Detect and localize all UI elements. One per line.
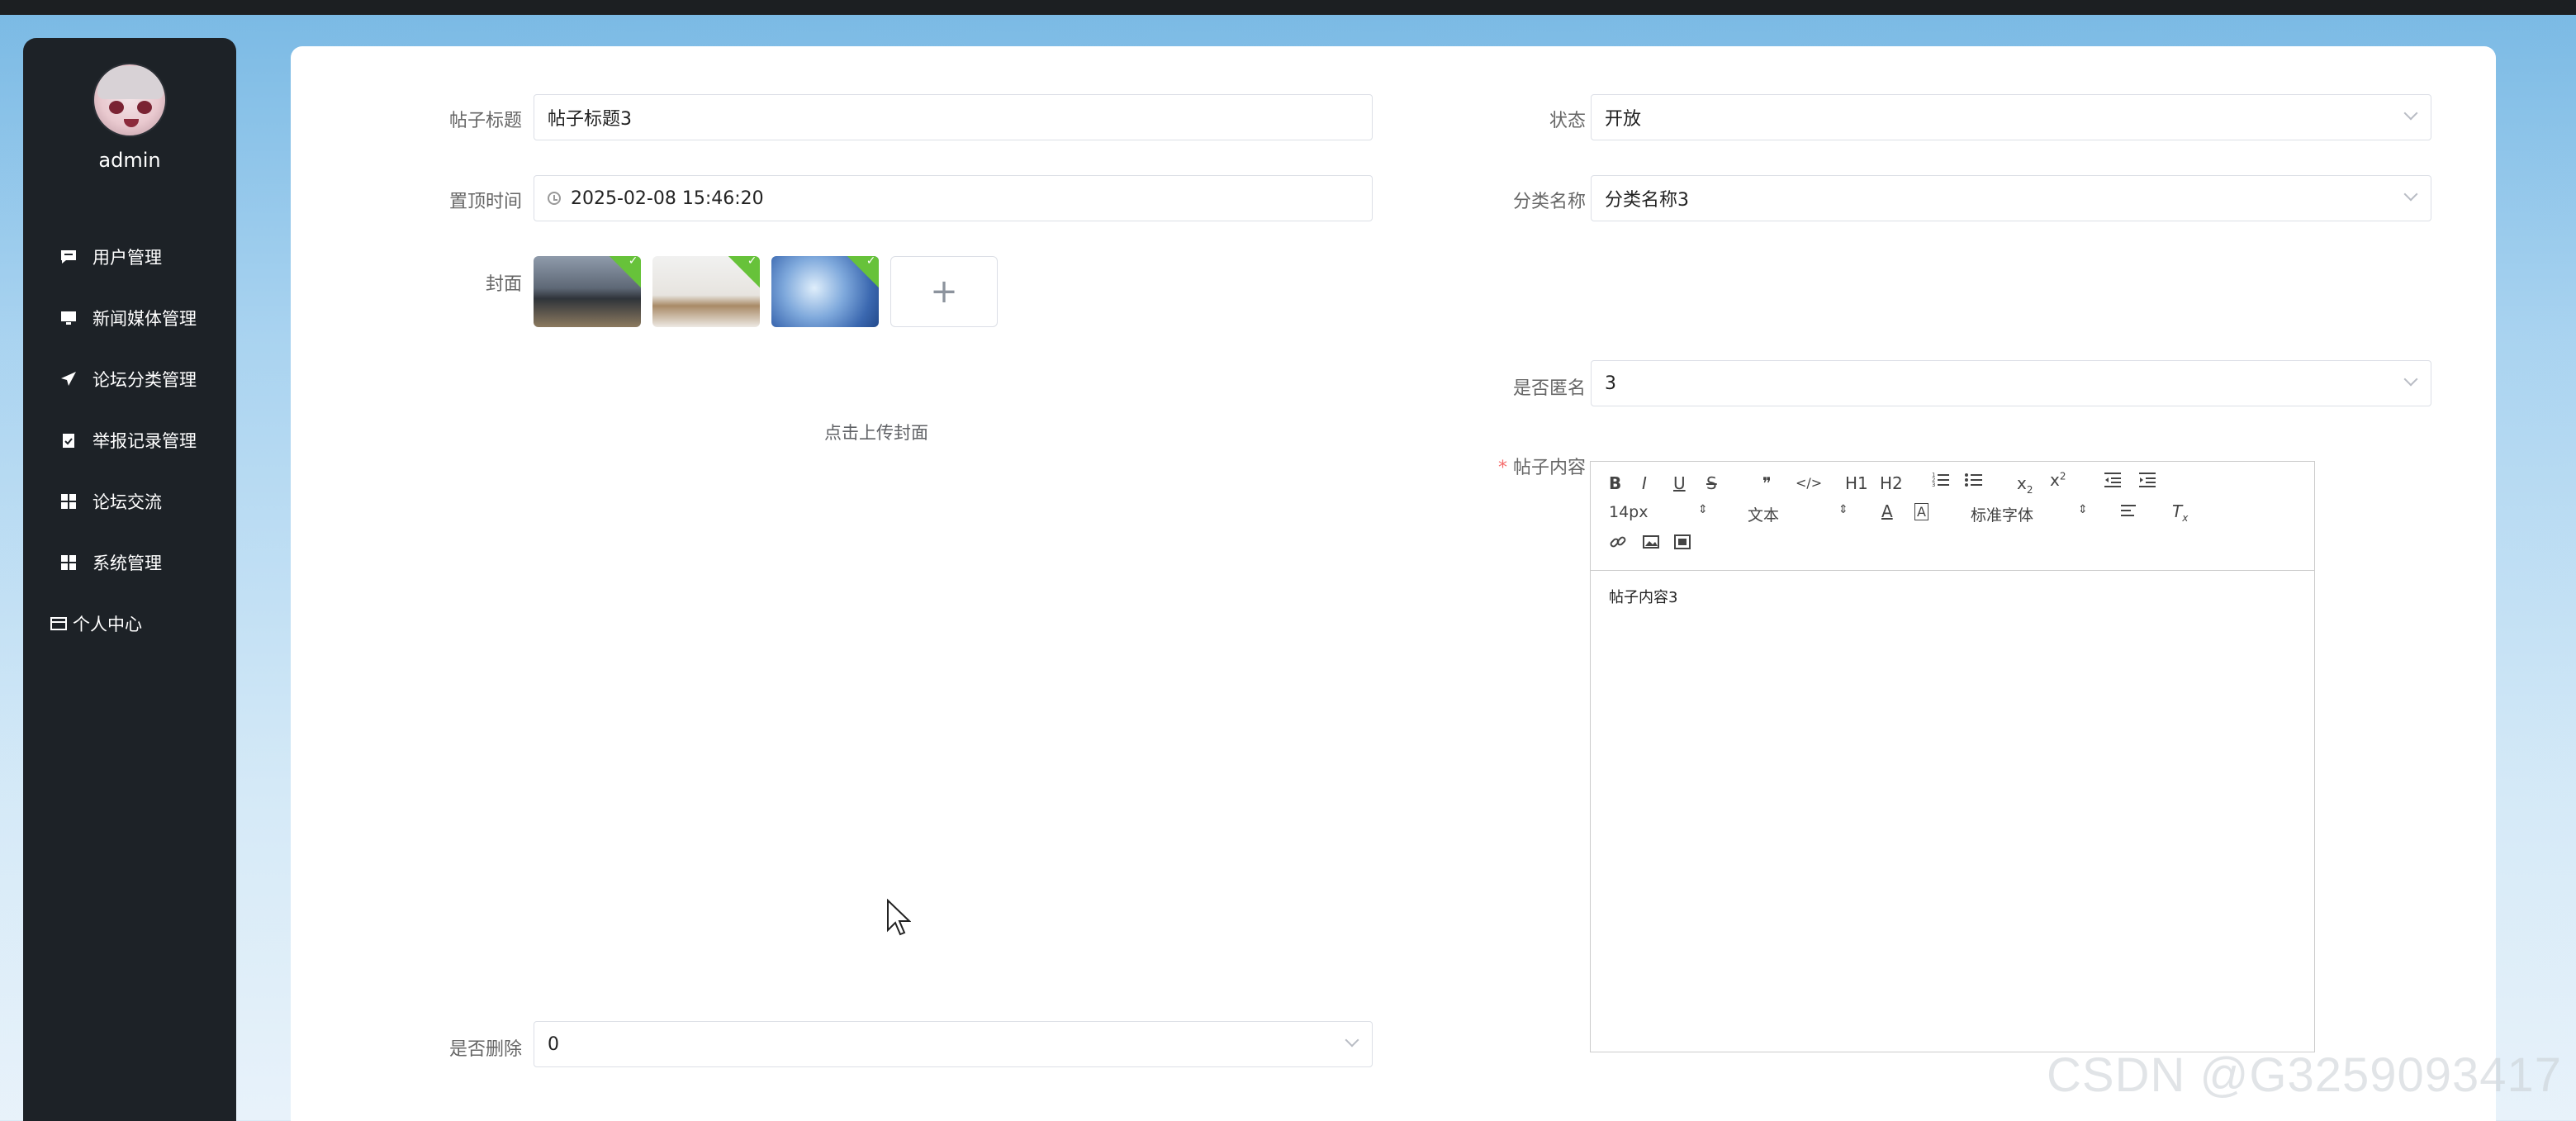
deleted-label: 是否删除 <box>448 1039 522 1060</box>
chevron-down-icon <box>2403 106 2418 121</box>
sidebar-menu: 用户管理 新闻媒体管理 论坛分类管理 举报记录管理 论坛交流 系统管理 个人中心 <box>23 226 236 654</box>
status-label: 状态 <box>1549 111 1586 131</box>
grid-icon <box>59 492 78 511</box>
bullet-list-icon[interactable] <box>1964 470 1984 494</box>
cover-thumbnail[interactable] <box>771 256 879 327</box>
chevron-down-icon <box>2403 187 2418 202</box>
deleted-value: 0 <box>548 1033 559 1055</box>
category-label: 分类名称 <box>1512 192 1586 212</box>
upload-cover-button[interactable]: + <box>890 256 998 327</box>
h2-button[interactable]: H2 <box>1880 473 1903 493</box>
monitor-icon <box>59 309 78 327</box>
h1-button[interactable]: H1 <box>1845 473 1868 493</box>
plus-icon: + <box>930 273 958 311</box>
category-value: 分类名称3 <box>1605 190 1689 211</box>
grid-icon <box>59 553 78 572</box>
pin-time-picker[interactable]: 2025-02-08 15:46:20 <box>534 175 1373 221</box>
clock-icon <box>548 192 561 205</box>
sidebar-item-label: 论坛分类管理 <box>93 370 197 390</box>
editor-content[interactable]: 帖子内容3 <box>1609 586 1677 607</box>
rich-text-editor[interactable]: B I U S ❞ </> H1 H2 123 x2 x2 14px ⇕ 文本 … <box>1590 461 2315 1052</box>
card-icon <box>50 615 68 633</box>
pin-time-label: 置顶时间 <box>448 192 522 212</box>
cover-thumbnail[interactable] <box>652 256 760 327</box>
check-icon <box>606 256 641 288</box>
font-size-select[interactable]: 14px <box>1609 503 1648 521</box>
anonymous-select[interactable]: 3 <box>1591 360 2431 406</box>
cover-thumbnail[interactable] <box>534 256 641 327</box>
blockquote-button[interactable]: ❞ <box>1762 473 1772 493</box>
sidebar-item-label: 个人中心 <box>73 615 142 634</box>
sidebar-item-label: 举报记录管理 <box>93 431 197 451</box>
sidebar-item-report-records[interactable]: 举报记录管理 <box>23 410 236 471</box>
username: admin <box>98 149 161 172</box>
link-icon[interactable] <box>1609 533 1627 555</box>
check-icon <box>725 256 760 288</box>
bold-button[interactable]: B <box>1609 473 1621 493</box>
outdent-icon[interactable] <box>2103 470 2123 494</box>
clear-format-icon[interactable]: Tx <box>2172 501 2188 524</box>
ordered-list-icon[interactable]: 123 <box>1931 470 1951 494</box>
heading-select[interactable]: 文本 <box>1748 503 1779 525</box>
sidebar-item-forum[interactable]: 论坛交流 <box>23 471 236 532</box>
status-value: 开放 <box>1605 109 1642 130</box>
background-color-icon[interactable]: A <box>1914 503 1928 520</box>
status-select[interactable]: 开放 <box>1591 94 2431 140</box>
code-block-button[interactable]: </> <box>1796 475 1822 491</box>
sidebar-item-label: 用户管理 <box>93 248 162 268</box>
updown-icon: ⇕ <box>1698 503 1708 516</box>
sidebar: admin 用户管理 新闻媒体管理 论坛分类管理 举报记录管理 论坛交流 系统管… <box>23 38 236 1121</box>
font-color-icon[interactable]: A <box>1881 501 1893 521</box>
strike-button[interactable]: S <box>1706 473 1717 493</box>
pin-time-value: 2025-02-08 15:46:20 <box>571 188 764 209</box>
updown-icon: ⇕ <box>2078 503 2088 516</box>
deleted-select[interactable]: 0 <box>534 1021 1373 1067</box>
subscript-icon[interactable]: x2 <box>2017 473 2033 496</box>
title-label: 帖子标题 <box>448 111 522 131</box>
underline-button[interactable]: U <box>1673 473 1686 493</box>
image-icon[interactable] <box>1642 533 1660 555</box>
chat-icon <box>59 248 78 266</box>
check-icon <box>844 256 879 288</box>
font-family-select[interactable]: 标准字体 <box>1971 503 2033 525</box>
chevron-down-icon <box>1345 1033 1359 1047</box>
editor-toolbar: B I U S ❞ </> H1 H2 123 x2 x2 14px ⇕ 文本 … <box>1591 462 2314 571</box>
updown-icon: ⇕ <box>1838 503 1848 516</box>
sidebar-item-system[interactable]: 系统管理 <box>23 532 236 593</box>
superscript-icon[interactable]: x2 <box>2050 470 2066 490</box>
sidebar-item-forum-category[interactable]: 论坛分类管理 <box>23 349 236 410</box>
title-value: 帖子标题3 <box>548 109 632 130</box>
mouse-cursor-icon <box>886 898 912 940</box>
title-input[interactable]: 帖子标题3 <box>534 94 1373 140</box>
avatar[interactable] <box>93 63 167 137</box>
cover-hint: 点击上传封面 <box>824 423 928 443</box>
sidebar-item-label: 系统管理 <box>93 553 162 573</box>
anonymous-label: 是否匿名 <box>1512 378 1586 399</box>
sidebar-item-personal-center[interactable]: 个人中心 <box>23 593 236 654</box>
window-top-bar <box>0 0 2576 15</box>
sidebar-item-label: 新闻媒体管理 <box>93 309 197 329</box>
svg-text:3: 3 <box>1932 482 1935 488</box>
chevron-down-icon <box>2403 372 2418 387</box>
clipboard-icon <box>59 431 78 449</box>
indent-icon[interactable] <box>2137 470 2157 494</box>
italic-button[interactable]: I <box>1642 473 1647 493</box>
watermark: CSDN @G3259093417 <box>2047 1048 2563 1102</box>
align-left-icon[interactable] <box>2119 501 2137 524</box>
anonymous-value: 3 <box>1605 373 1616 394</box>
video-icon[interactable] <box>1673 533 1691 555</box>
category-select[interactable]: 分类名称3 <box>1591 175 2431 221</box>
cover-label: 封面 <box>485 274 522 295</box>
sidebar-item-label: 论坛交流 <box>93 492 162 512</box>
content-label: 帖子内容 <box>1462 453 1586 479</box>
sidebar-item-user-management[interactable]: 用户管理 <box>23 226 236 287</box>
sidebar-item-news-media[interactable]: 新闻媒体管理 <box>23 287 236 349</box>
paper-plane-icon <box>59 370 78 388</box>
